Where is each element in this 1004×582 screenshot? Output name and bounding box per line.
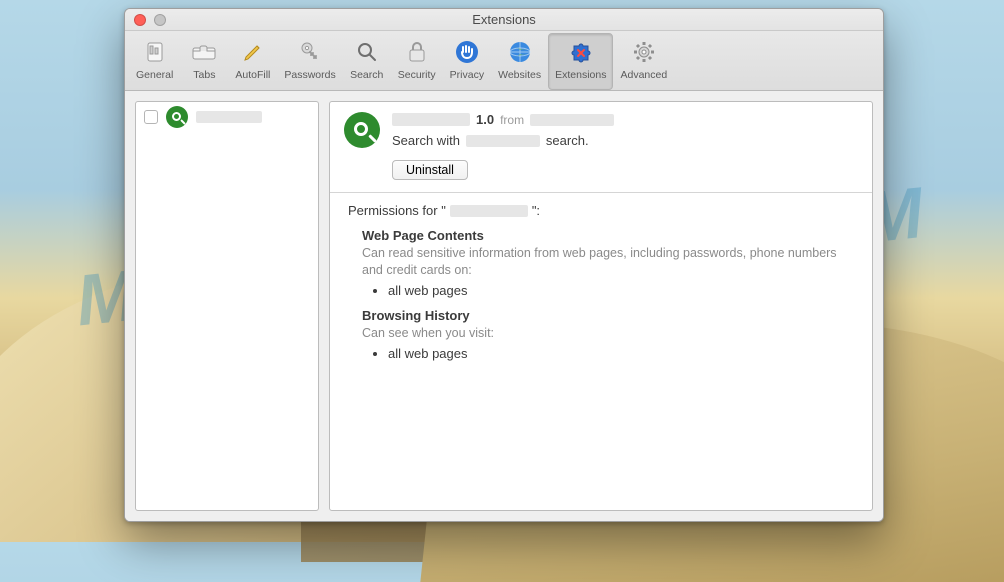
permission-browsing-history: Browsing History Can see when you visit:… [362,308,854,361]
tab-label: Advanced [620,69,667,81]
tab-label: Security [398,69,436,81]
tab-extensions[interactable]: Extensions [548,33,613,90]
desc-mid-redacted [466,135,540,147]
window-title: Extensions [125,12,883,27]
tab-websites[interactable]: Websites [491,33,548,90]
extension-name-redacted [392,113,470,126]
from-label: from [500,113,524,127]
tab-advanced[interactable]: Advanced [613,33,674,90]
preferences-window: Extensions General Tabs AutoFill [124,8,884,522]
tabs-icon [189,37,219,67]
permission-item: all web pages [388,283,854,298]
preferences-toolbar: General Tabs AutoFill Passwords [125,31,883,91]
permissions-title: Permissions for " ": [348,203,854,218]
tab-label: Tabs [193,69,215,81]
desc-suffix: search. [546,133,589,148]
globe-icon [505,37,535,67]
tab-label: Passwords [284,69,335,81]
tab-search[interactable]: Search [343,33,391,90]
extension-name-redacted [196,111,262,123]
permission-web-page-contents: Web Page Contents Can read sensitive inf… [362,228,854,298]
slider-icon [140,37,170,67]
extension-row[interactable] [136,102,318,132]
gear-icon [629,37,659,67]
permissions-name-redacted [450,205,528,217]
permission-item: all web pages [388,346,854,361]
content-area: 1.0 from Search with search. Uninstall [125,91,883,521]
search-ext-icon [344,112,380,148]
tab-label: Privacy [450,69,484,81]
extension-version: 1.0 [476,112,494,127]
extension-title-line: 1.0 from [392,112,858,127]
permission-heading: Browsing History [362,308,854,323]
tab-general[interactable]: General [129,33,180,90]
lock-icon [402,37,432,67]
extension-desc-line: Search with search. [392,133,858,148]
tab-security[interactable]: Security [391,33,443,90]
uninstall-button[interactable]: Uninstall [392,160,468,180]
extension-detail: 1.0 from Search with search. Uninstall [329,101,873,511]
permissions-title-prefix: Permissions for " [348,203,446,218]
pencil-icon [238,37,268,67]
permission-desc: Can read sensitive information from web … [362,245,854,279]
permissions-section: Permissions for " ": Web Page Contents C… [330,193,872,381]
publisher-redacted [530,114,614,126]
enable-checkbox[interactable] [144,110,158,124]
desc-prefix: Search with [392,133,460,148]
tab-label: Websites [498,69,541,81]
hand-icon [452,37,482,67]
permission-heading: Web Page Contents [362,228,854,243]
tab-label: Search [350,69,383,81]
tab-autofill[interactable]: AutoFill [228,33,277,90]
tab-passwords[interactable]: Passwords [277,33,342,90]
magnifier-icon [352,37,382,67]
search-ext-icon [166,106,188,128]
tab-label: AutoFill [235,69,270,81]
titlebar: Extensions [125,9,883,31]
permissions-title-suffix: ": [532,203,540,218]
permission-desc: Can see when you visit: [362,325,854,342]
extensions-sidebar [135,101,319,511]
tab-label: Extensions [555,69,606,81]
tab-label: General [136,69,173,81]
key-icon [295,37,325,67]
tab-tabs[interactable]: Tabs [180,33,228,90]
puzzle-icon [566,37,596,67]
tab-privacy[interactable]: Privacy [443,33,491,90]
